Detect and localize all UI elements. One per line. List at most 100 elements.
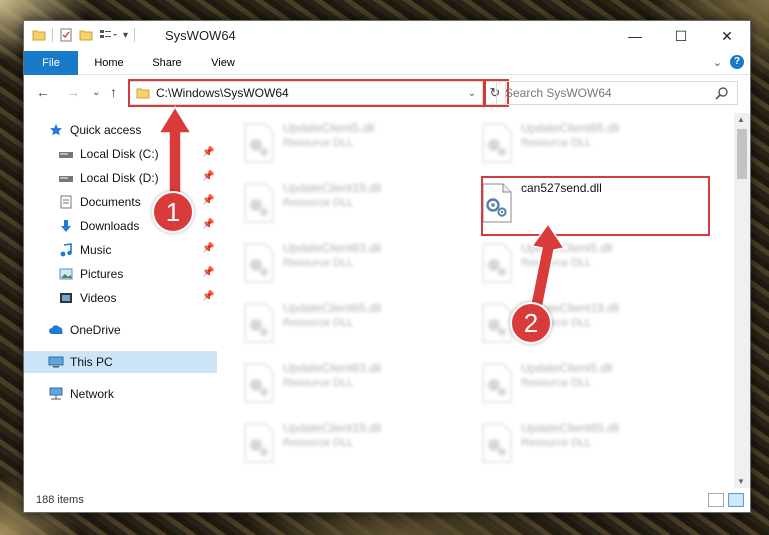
tab-view[interactable]: View — [198, 51, 248, 75]
dll-file-icon — [481, 243, 513, 283]
drive-icon — [58, 171, 74, 185]
dll-file-icon — [243, 243, 275, 283]
star-icon — [48, 123, 64, 137]
file-type: Resource DLL — [521, 377, 592, 389]
file-type: Resource DLL — [283, 437, 354, 449]
sidebar-item-this-pc[interactable]: This PC — [24, 351, 217, 373]
cloud-icon — [48, 323, 64, 337]
dll-file-icon — [243, 363, 275, 403]
scroll-up-icon[interactable]: ▲ — [737, 115, 745, 124]
file-item[interactable]: UpdateClient19.dll Resource DLL — [219, 175, 449, 231]
window-title: SysWOW64 — [165, 28, 236, 43]
details-view-icon[interactable] — [708, 493, 724, 507]
sidebar-item-label: This PC — [70, 355, 113, 369]
title-bar: ▾ SysWOW64 — ☐ ✕ — [24, 21, 750, 51]
sidebar-item-pictures[interactable]: Pictures 📌 — [24, 263, 217, 285]
file-name: UpdateClient5.dll — [521, 361, 613, 375]
dll-file-icon — [481, 363, 513, 403]
expand-ribbon-icon[interactable]: ⌄ — [713, 56, 722, 69]
sidebar-item-label: Quick access — [70, 123, 142, 137]
file-name: UpdateClient65.dll — [521, 121, 620, 135]
new-folder-icon[interactable] — [79, 28, 93, 42]
minimize-button[interactable]: — — [612, 21, 658, 51]
pin-icon[interactable]: 📌 — [202, 171, 214, 182]
ribbon-controls: ⌄ ? — [713, 55, 744, 69]
customize-toolbar-icon[interactable]: ▾ — [123, 30, 128, 41]
search-icon[interactable] — [715, 86, 729, 100]
item-count: 188 items — [36, 494, 84, 506]
pc-icon — [48, 355, 64, 369]
file-item[interactable]: UpdateClient65.dll Resource DLL — [219, 295, 449, 351]
file-explorer-window: ▾ SysWOW64 — ☐ ✕ File Home Share View ⌄ … — [23, 20, 751, 513]
sidebar-item-label: Local Disk (D:) — [80, 171, 159, 185]
file-item[interactable]: UpdateClient63.dll Resource DLL — [219, 355, 449, 411]
up-arrow-icon[interactable]: ↑ — [110, 84, 117, 100]
step-badge-2: 2 — [510, 302, 552, 344]
sidebar-item-network[interactable]: Network — [24, 383, 217, 405]
file-item[interactable]: UpdateClient63.dll Resource DLL — [219, 235, 449, 291]
dll-file-icon — [243, 123, 275, 163]
sidebar-item-label: Music — [80, 243, 112, 257]
sidebar-item-videos[interactable]: Videos 📌 — [24, 287, 217, 309]
view-options-icon[interactable] — [99, 28, 117, 42]
music-icon — [58, 243, 74, 257]
search-input[interactable]: Search SysWOW64 — [496, 81, 738, 105]
file-type: Resource DLL — [283, 317, 354, 329]
file-item[interactable]: UpdateClient5.dll Resource DLL — [457, 355, 687, 411]
file-item[interactable]: UpdateClient19.dll Resource DLL — [219, 415, 449, 471]
close-button[interactable]: ✕ — [704, 21, 750, 51]
file-type: Resource DLL — [283, 257, 354, 269]
videos-icon — [58, 291, 74, 305]
sidebar-item-label: Documents — [80, 195, 141, 209]
pin-icon[interactable]: 📌 — [202, 267, 214, 278]
file-item[interactable]: UpdateClient65.dll Resource DLL — [457, 415, 687, 471]
back-arrow-icon[interactable]: ← — [36, 84, 50, 100]
large-icons-view-icon[interactable] — [728, 493, 744, 507]
dll-file-icon — [481, 423, 513, 463]
view-toggle — [708, 493, 744, 507]
maximize-button[interactable]: ☐ — [658, 21, 704, 51]
folder-icon[interactable] — [32, 28, 46, 42]
tab-home[interactable]: Home — [84, 51, 134, 75]
pin-icon[interactable]: 📌 — [202, 195, 214, 206]
file-list: UpdateClient5.dll Resource DLL UpdateClie… — [219, 113, 736, 488]
pin-icon[interactable]: 📌 — [202, 147, 214, 158]
download-icon — [58, 219, 74, 233]
file-item[interactable]: UpdateClient5.dll Resource DLL — [457, 235, 687, 291]
pin-icon[interactable]: 📌 — [202, 291, 214, 302]
file-item[interactable]: UpdateClient19.dll Resource DLL — [457, 295, 687, 351]
scrollbar-thumb[interactable] — [737, 129, 747, 179]
file-name: UpdateClient19.dll — [283, 421, 382, 435]
scroll-down-icon[interactable]: ▼ — [737, 477, 745, 486]
dll-file-icon — [243, 303, 275, 343]
dll-file-icon — [481, 123, 513, 163]
sidebar-item-label: Videos — [80, 291, 117, 305]
quick-access-toolbar: ▾ — [32, 28, 136, 42]
sidebar-item-label: Downloads — [80, 219, 140, 233]
tab-share[interactable]: Share — [142, 51, 192, 75]
file-item[interactable]: UpdateClient65.dll Resource DLL — [457, 115, 687, 171]
drive-icon — [58, 147, 74, 161]
properties-icon[interactable] — [59, 28, 73, 42]
search-placeholder: Search SysWOW64 — [505, 86, 612, 100]
pictures-icon — [58, 267, 74, 281]
recent-locations-icon[interactable]: ⌄ — [92, 87, 100, 98]
file-item[interactable]: UpdateClient5.dll Resource DLL — [219, 115, 449, 171]
pin-icon[interactable]: 📌 — [202, 243, 214, 254]
documents-icon — [58, 195, 74, 209]
network-icon — [48, 387, 64, 401]
sidebar-item-onedrive[interactable]: OneDrive — [24, 319, 217, 341]
help-icon[interactable]: ? — [730, 55, 744, 69]
toolbar-divider — [134, 28, 136, 42]
sidebar-item-music[interactable]: Music 📌 — [24, 239, 217, 261]
pin-icon[interactable]: 📌 — [202, 219, 214, 230]
file-name: UpdateClient5.dll — [283, 121, 375, 135]
file-name: UpdateClient65.dll — [283, 301, 382, 315]
forward-arrow-icon[interactable]: → — [66, 84, 80, 100]
file-name: UpdateClient65.dll — [521, 421, 620, 435]
dll-file-icon — [243, 423, 275, 463]
tab-file[interactable]: File — [24, 51, 78, 75]
toolbar-divider — [52, 28, 53, 42]
vertical-scrollbar[interactable]: ▲ ▼ — [734, 113, 750, 488]
sidebar-item-label: Network — [70, 387, 115, 401]
